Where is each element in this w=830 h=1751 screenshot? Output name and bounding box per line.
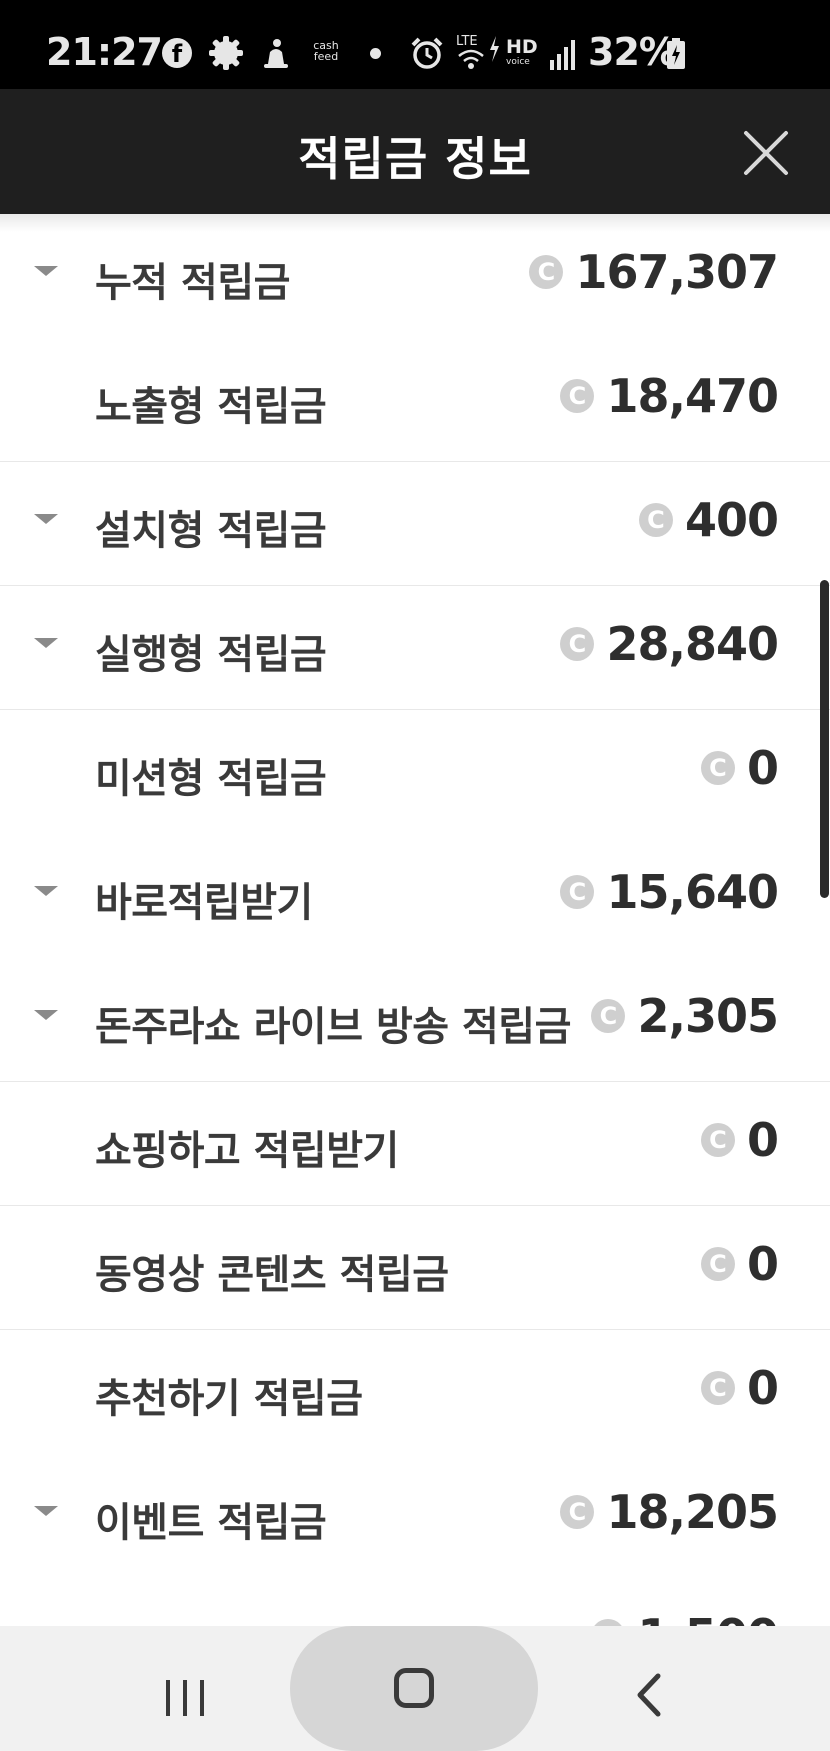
- list-item[interactable]: 바로적립받기 C 15,640: [0, 834, 830, 958]
- back-icon[interactable]: [630, 1670, 670, 1720]
- list-item: 미션형 적립금 C 0: [0, 710, 830, 834]
- battery-icon: [667, 38, 685, 69]
- list-item[interactable]: 실행형 적립금 C 28,840: [0, 586, 830, 710]
- row-label: 친구초대 적립금: [95, 1614, 363, 1626]
- row-label: 추천하기 적립금: [95, 1376, 363, 1422]
- coin-icon: C: [700, 751, 735, 785]
- coin-icon: C: [700, 1371, 735, 1405]
- hd-voice-icon: HD voice: [506, 36, 542, 68]
- row-amount: 167,307: [575, 245, 779, 299]
- row-label: 설치형 적립금: [95, 508, 327, 554]
- amount-group: C 18,470: [560, 368, 779, 424]
- coin-icon: C: [700, 1123, 735, 1157]
- row-label: 누적 적립금: [95, 260, 290, 306]
- caret-down-icon[interactable]: [34, 1506, 58, 1516]
- coin-icon: C: [529, 255, 564, 289]
- lte-label: LTE: [456, 34, 478, 49]
- hd-label: HD: [506, 36, 538, 58]
- voice-label: voice: [506, 57, 530, 67]
- amount-group: C0: [700, 1236, 779, 1292]
- row-amount: 0: [746, 1113, 779, 1167]
- page-title: 적립금 정보: [298, 132, 532, 186]
- coin-icon: C: [700, 1247, 735, 1281]
- row-label: 쇼핑하고 적립받기: [95, 1128, 399, 1174]
- row-amount: 400: [684, 493, 779, 547]
- cashfeed-line2: feed: [313, 50, 339, 63]
- list-item[interactable]: 이벤트 적립금 C 18,205: [0, 1454, 830, 1578]
- row-amount: 18,470: [606, 369, 779, 423]
- caret-down-icon[interactable]: [34, 266, 58, 276]
- amount-group: C 2,305: [591, 988, 779, 1044]
- row-amount: 18,205: [606, 1485, 779, 1539]
- list-item[interactable]: 돈주라쇼 라이브 방송 적립금 C 2,305: [0, 958, 830, 1082]
- facebook-icon: f: [162, 38, 192, 68]
- gear-icon: [209, 36, 243, 70]
- coin-icon: C: [560, 1495, 595, 1529]
- amount-group: C0: [700, 1360, 779, 1416]
- row-label: 돈주라쇼 라이브 방송 적립금: [95, 1004, 571, 1050]
- home-button[interactable]: [290, 1626, 538, 1751]
- status-time: 21:27: [46, 30, 163, 74]
- list-item[interactable]: 누적 적립금 C 167,307: [0, 214, 830, 338]
- list-item[interactable]: 친구초대 적립금 C 1,500: [0, 1578, 830, 1626]
- amount-group: C 167,307: [529, 244, 779, 300]
- close-icon[interactable]: [736, 123, 796, 183]
- row-amount: 28,840: [606, 617, 779, 671]
- coin-icon: C: [638, 503, 673, 537]
- caret-down-icon[interactable]: [34, 1010, 58, 1020]
- lte-wifi-icon: LTE: [452, 34, 502, 74]
- caret-down-icon[interactable]: [34, 638, 58, 648]
- list-item[interactable]: 설치형 적립금 C 400: [0, 462, 830, 586]
- amount-group: C 28,840: [560, 616, 779, 672]
- coin-icon: C: [560, 379, 595, 413]
- figure-icon: [264, 39, 288, 68]
- coin-icon: C: [560, 875, 595, 909]
- coin-icon: C: [591, 1619, 626, 1626]
- cashfeed-icon: cash feed: [306, 40, 346, 62]
- amount-group: C0: [700, 740, 779, 796]
- alarm-icon: [411, 37, 443, 69]
- status-bar: 21:27 f cash feed LTE HD voice 32%: [0, 0, 830, 89]
- caret-down-icon[interactable]: [34, 886, 58, 896]
- row-amount: 0: [746, 1361, 779, 1415]
- list-item: 추천하기 적립금 C 0: [0, 1330, 830, 1454]
- amount-group: C 1,500: [591, 1608, 779, 1626]
- list-item: 노출형 적립금 C 18,470: [0, 338, 830, 462]
- battery-percent: 32%: [588, 30, 677, 74]
- home-icon: [394, 1668, 434, 1708]
- coin-icon: C: [591, 999, 626, 1033]
- row-amount: 1,500: [637, 1609, 779, 1626]
- row-amount: 2,305: [637, 989, 779, 1043]
- row-label: 노출형 적립금: [95, 384, 327, 430]
- row-label: 미션형 적립금: [95, 756, 327, 802]
- list-item: 동영상 콘텐츠 적립금 C 0: [0, 1206, 830, 1330]
- row-label: 실행형 적립금: [95, 632, 327, 678]
- reward-list[interactable]: 누적 적립금 C 167,307 노출형 적립금 C 18,470 설치형 적립금 C 400 실…: [0, 214, 830, 1626]
- amount-group: C 15,640: [560, 864, 779, 920]
- row-label: 동영상 콘텐츠 적립금: [95, 1252, 449, 1298]
- caret-down-icon[interactable]: [34, 514, 58, 524]
- row-label: 바로적립받기: [95, 880, 313, 926]
- scrollbar[interactable]: [820, 580, 829, 898]
- signal-icon: [550, 40, 575, 70]
- recents-icon[interactable]: [160, 1676, 210, 1720]
- row-amount: 15,640: [606, 865, 779, 919]
- row-label: 이벤트 적립금: [95, 1500, 327, 1546]
- coin-icon: C: [560, 627, 595, 661]
- list-item: 쇼핑하고 적립받기 C 0: [0, 1082, 830, 1206]
- row-amount: 0: [746, 1237, 779, 1291]
- amount-group: C 18,205: [560, 1484, 779, 1540]
- amount-group: C0: [700, 1112, 779, 1168]
- row-amount: 0: [746, 741, 779, 795]
- dot-icon: [370, 48, 381, 59]
- app-header: 적립금 정보: [0, 89, 830, 214]
- amount-group: C 400: [638, 492, 779, 548]
- navigation-bar: [0, 1626, 830, 1751]
